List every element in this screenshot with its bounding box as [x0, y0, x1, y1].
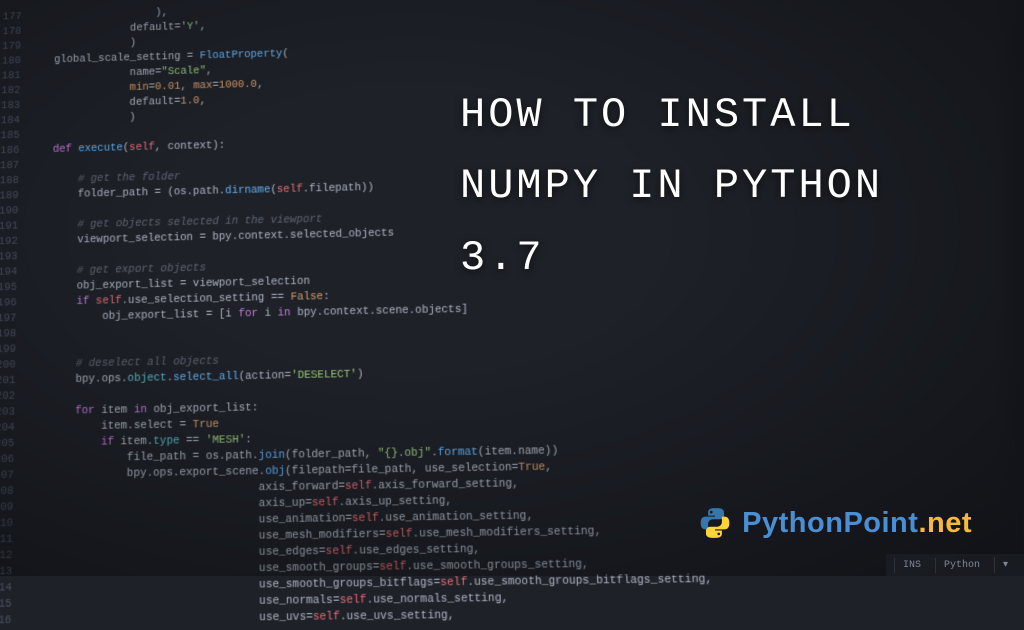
line-number: 201	[0, 374, 15, 390]
line-number: 185	[0, 129, 20, 145]
site-logo: PythonPoint.net	[698, 506, 972, 540]
line-number: 186	[0, 144, 19, 160]
page-title: HOW TO INSTALL NUMPY IN PYTHON 3.7	[460, 80, 984, 294]
line-number: 183	[0, 99, 20, 115]
line-number: 214	[0, 581, 12, 598]
dark-edge	[994, 0, 1024, 576]
line-number: 198	[0, 327, 16, 343]
line-number: 200	[0, 358, 16, 374]
status-mode: INS	[894, 558, 929, 573]
statusbar: INS Python ▾	[886, 554, 1024, 576]
line-number: 215	[0, 597, 12, 614]
status-dropdown-icon[interactable]: ▾	[994, 557, 1016, 573]
line-number: 216	[0, 613, 11, 630]
line-number: 192	[0, 235, 18, 251]
line-number: 182	[0, 84, 20, 100]
line-number: 205	[0, 437, 14, 453]
line-number: 187	[0, 159, 19, 175]
line-number: 212	[0, 548, 13, 565]
line-number: 188	[0, 174, 19, 190]
line-number: 210	[0, 516, 13, 532]
line-number: 184	[0, 114, 20, 130]
line-number: 208	[0, 484, 14, 500]
line-number: 195	[0, 281, 17, 297]
logo-tld: .net	[918, 507, 972, 539]
line-number: 193	[0, 250, 18, 266]
python-logo-icon	[698, 506, 732, 540]
line-number: 180	[0, 54, 21, 70]
status-lang[interactable]: Python	[935, 558, 988, 573]
line-number: 209	[0, 500, 13, 516]
line-number: 211	[0, 532, 13, 548]
logo-text: PythonPoint.net	[742, 507, 972, 540]
line-number: 199	[0, 342, 16, 358]
line-number: 196	[0, 296, 17, 312]
logo-main: PythonPoint	[742, 507, 918, 539]
line-number: 191	[0, 219, 18, 235]
line-number: 190	[0, 204, 18, 220]
line-number: 177	[0, 10, 22, 25]
line-number: 213	[0, 565, 12, 582]
line-number: 204	[0, 421, 15, 437]
line-number: 206	[0, 452, 14, 468]
line-number: 207	[0, 468, 14, 484]
line-number: 181	[0, 69, 21, 85]
line-number: 178	[0, 25, 21, 40]
line-number: 202	[0, 389, 15, 405]
line-number: 194	[0, 265, 17, 281]
line-number: 203	[0, 405, 15, 421]
line-number: 197	[0, 311, 17, 327]
line-number: 179	[0, 40, 21, 56]
line-number: 189	[0, 189, 19, 205]
